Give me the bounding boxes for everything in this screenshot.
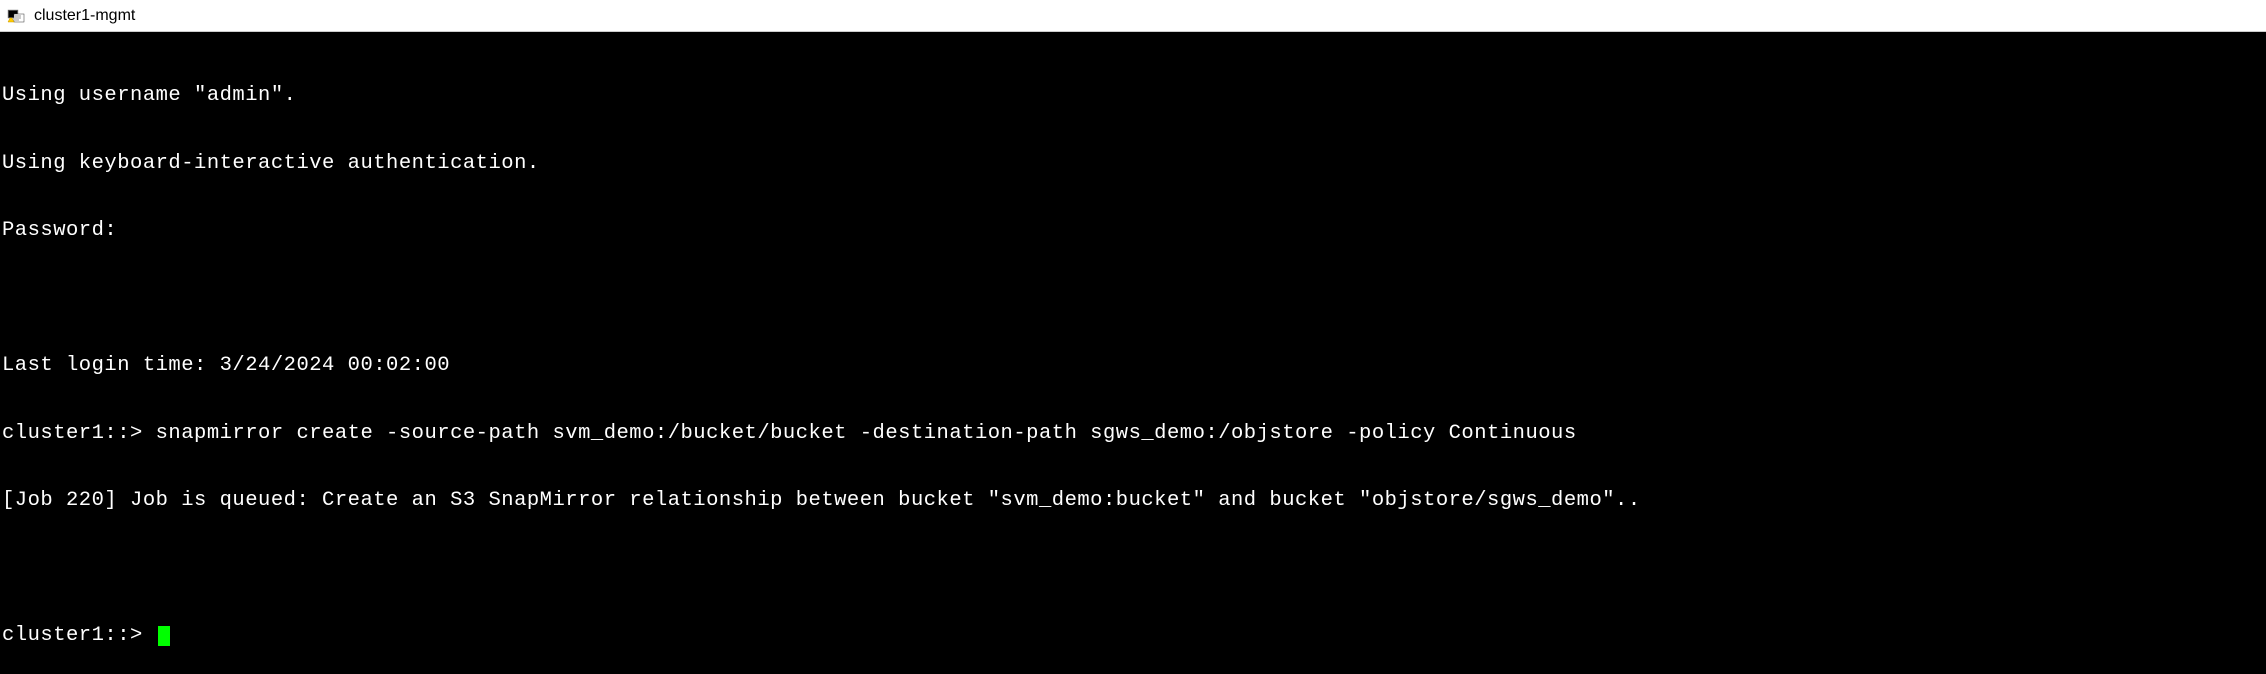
terminal-output[interactable]: Using username "admin". Using keyboard-i… — [0, 32, 2266, 674]
terminal-line — [2, 288, 2264, 311]
terminal-line: Using keyboard-interactive authenticatio… — [2, 153, 2264, 176]
terminal-line: Password: — [2, 220, 2264, 243]
terminal-line — [2, 558, 2264, 581]
terminal-cursor — [158, 626, 170, 646]
window-title: cluster1-mgmt — [34, 7, 135, 25]
terminal-line: Last login time: 3/24/2024 00:02:00 — [2, 355, 2264, 378]
terminal-line: cluster1::> snapmirror create -source-pa… — [2, 423, 2264, 446]
terminal-line: [Job 220] Job is queued: Create an S3 Sn… — [2, 490, 2264, 513]
terminal-prompt-line[interactable]: cluster1::> — [2, 625, 2264, 648]
terminal-prompt: cluster1::> — [2, 625, 156, 648]
terminal-line: Using username "admin". — [2, 85, 2264, 108]
putty-icon — [6, 6, 26, 26]
window-titlebar: cluster1-mgmt — [0, 0, 2266, 32]
